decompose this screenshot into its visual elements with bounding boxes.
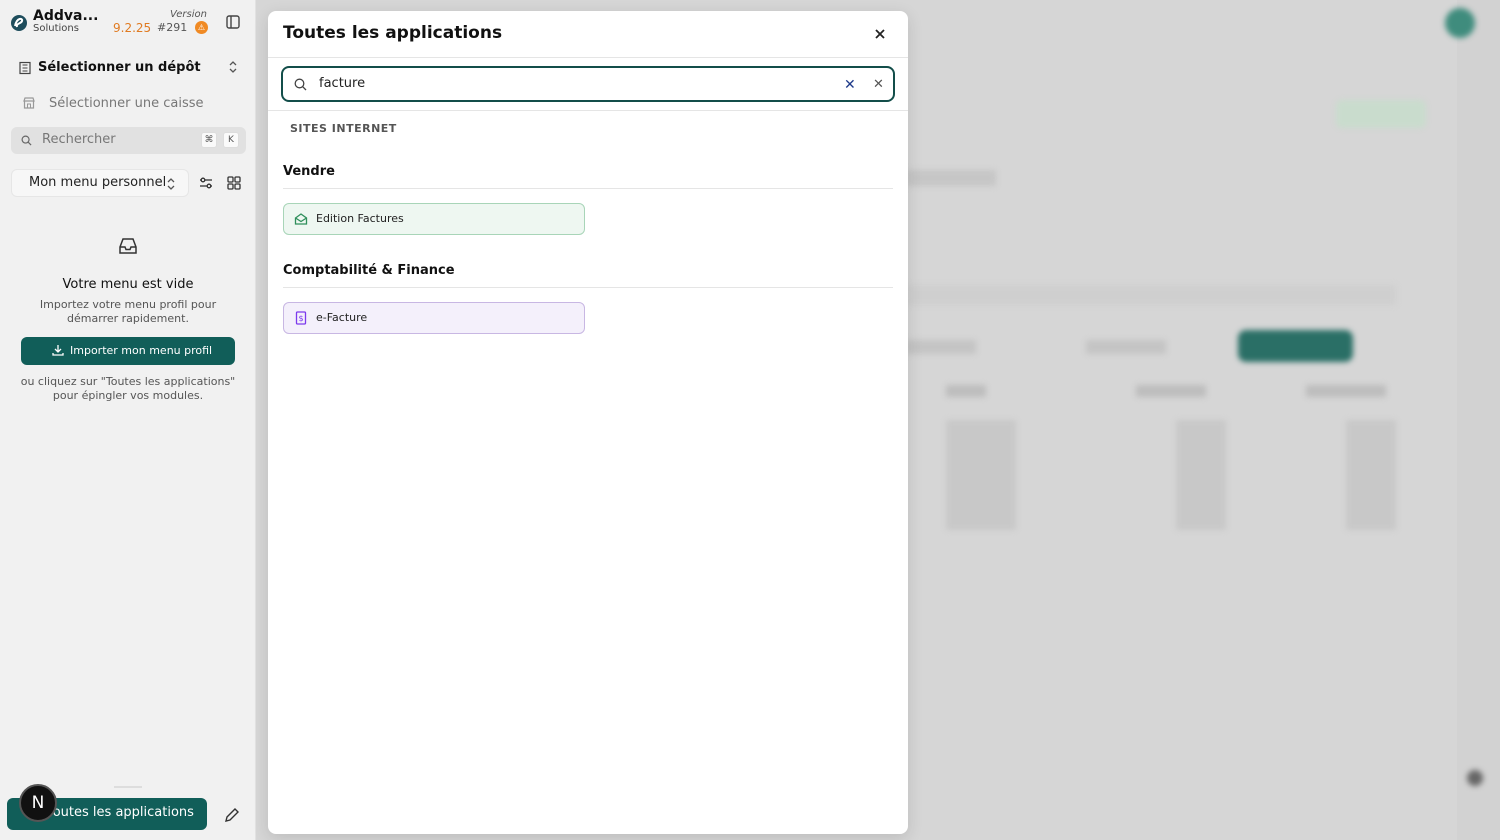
bg-text	[1136, 385, 1206, 397]
bg-column	[1176, 420, 1226, 530]
envelope-open-icon	[294, 213, 308, 225]
brand-name: Addva...	[33, 8, 99, 24]
divider	[268, 110, 908, 111]
import-menu-button[interactable]: Importer mon menu profil	[21, 337, 235, 365]
store-icon	[23, 97, 35, 109]
bg-row	[906, 285, 1396, 305]
all-apps-label: Toutes les applications	[47, 805, 194, 820]
search-icon	[294, 78, 307, 91]
building-icon	[19, 61, 31, 75]
divider	[283, 188, 893, 189]
search-placeholder: Rechercher	[42, 132, 116, 147]
user-avatar	[1445, 8, 1475, 38]
divider	[283, 287, 893, 288]
bg-text	[1086, 340, 1166, 354]
app-card-label: e-Facture	[316, 311, 368, 324]
app-search-input[interactable]: facture ✕ ✕	[281, 66, 895, 102]
bg-text	[946, 385, 986, 397]
depot-selector[interactable]: Sélectionner un dépôt	[10, 55, 246, 81]
all-apps-modal: Toutes les applications facture ✕ ✕ SITE…	[268, 11, 908, 834]
warning-icon[interactable]: ⚠	[195, 21, 208, 34]
depot-label: Sélectionner un dépôt	[38, 60, 201, 75]
bg-badge	[1336, 100, 1426, 128]
bg-text	[906, 340, 976, 354]
divider	[114, 786, 142, 788]
import-menu-label: Importer mon menu profil	[70, 344, 213, 357]
version-build: #291	[157, 21, 188, 34]
bg-column	[946, 420, 1016, 530]
bg-text	[1306, 385, 1386, 397]
right-rail	[1445, 0, 1500, 840]
sidebar-search-input[interactable]: Rechercher ⌘ K	[11, 127, 246, 154]
app-card-edition-factures[interactable]: Edition Factures	[283, 203, 585, 235]
bg-text	[906, 170, 996, 186]
empty-menu-title: Votre menu est vide	[62, 277, 194, 292]
app-search-value: facture	[319, 76, 366, 91]
sidebar: Addva... Solutions Version 9.2.25 #291 ⚠…	[0, 0, 256, 840]
rail-icon	[1467, 770, 1483, 786]
modal-title: Toutes les applications	[283, 23, 503, 43]
sidebar-collapse-icon[interactable]	[225, 14, 241, 30]
search-icon	[21, 135, 32, 146]
caisse-selector[interactable]: Sélectionner une caisse	[10, 90, 246, 116]
pencil-icon[interactable]	[222, 805, 242, 825]
inbox-icon	[119, 238, 137, 254]
chevron-updown-icon	[229, 61, 237, 73]
bg-column	[1346, 420, 1396, 530]
close-search-icon[interactable]: ✕	[873, 77, 884, 92]
grid-icon[interactable]	[223, 172, 245, 194]
svg-text:$: $	[298, 314, 303, 323]
clear-search-icon[interactable]: ✕	[844, 77, 856, 93]
version-label: Version	[170, 9, 207, 20]
invoice-dollar-icon: $	[295, 311, 307, 325]
brand: Addva... Solutions Version 9.2.25 #291 ⚠	[10, 8, 250, 40]
app-card-e-facture[interactable]: $ e-Facture	[283, 302, 585, 334]
chevron-updown-icon	[167, 178, 175, 190]
caisse-label: Sélectionner une caisse	[49, 96, 204, 111]
group-title-vendre: Vendre	[283, 164, 335, 179]
settings-sliders-icon[interactable]	[195, 172, 217, 194]
menu-selector[interactable]: Mon menu personnel	[11, 169, 189, 197]
divider	[268, 57, 908, 58]
section-label: SITES INTERNET	[290, 122, 397, 135]
menu-selector-label: Mon menu personnel	[29, 175, 167, 190]
brand-logo-icon	[11, 15, 27, 31]
kbd-k: K	[223, 132, 239, 148]
app-card-label: Edition Factures	[316, 212, 404, 225]
version-number: 9.2.25	[113, 21, 152, 35]
bg-button	[1238, 330, 1353, 362]
avatar[interactable]: N	[19, 784, 57, 822]
brand-subtitle: Solutions	[33, 23, 79, 34]
empty-menu-description: Importez votre menu profil pour démarrer…	[39, 298, 217, 325]
close-icon[interactable]	[871, 25, 889, 43]
empty-menu-hint: ou cliquez sur "Toutes les applications"…	[20, 375, 236, 402]
kbd-cmd: ⌘	[201, 132, 217, 148]
download-icon	[52, 345, 64, 356]
group-title-comptabilite: Comptabilité & Finance	[283, 263, 455, 278]
